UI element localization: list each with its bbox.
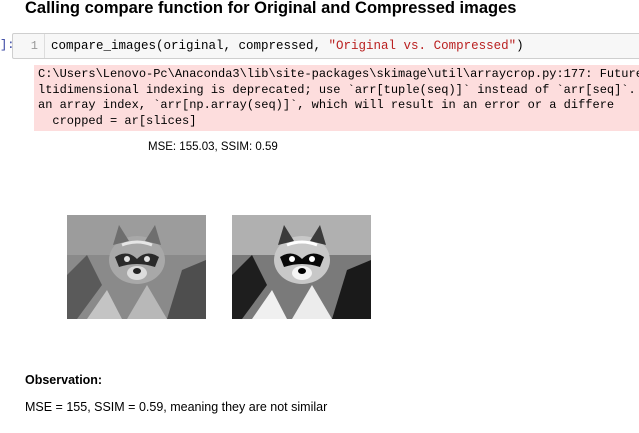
- compressed-image: [232, 215, 371, 319]
- stderr-line: cropped = ar[slices]: [38, 113, 197, 128]
- line-number: 1: [13, 34, 45, 58]
- stderr-line: an array index, `arr[np.array(seq)]`, wh…: [38, 98, 615, 112]
- section-heading: Calling compare function for Original an…: [25, 0, 517, 17]
- observation-text: MSE = 155, SSIM = 0.59, meaning they are…: [25, 400, 328, 414]
- stderr-line: ltidimensional indexing is deprecated; u…: [38, 82, 639, 97]
- code-cell[interactable]: 1 compare_images(original, compressed, "…: [12, 33, 639, 59]
- code-string-arg: "Original vs. Compressed": [328, 39, 517, 53]
- stderr-output: C:\Users\Lenovo-Pc\Anaconda3\lib\site-pa…: [34, 65, 639, 131]
- code-close-paren: ): [516, 39, 524, 53]
- code-call: compare_images(original, compressed,: [51, 39, 329, 53]
- original-image: [67, 215, 206, 319]
- stderr-line: C:\Users\Lenovo-Pc\Anaconda3\lib\site-pa…: [38, 67, 639, 81]
- notebook-page: Calling compare function for Original an…: [0, 0, 639, 433]
- observation-title: Observation:: [25, 373, 103, 387]
- metrics-caption: MSE: 155.03, SSIM: 0.59: [148, 141, 278, 153]
- code-line[interactable]: compare_images(original, compressed, "Or…: [51, 34, 524, 58]
